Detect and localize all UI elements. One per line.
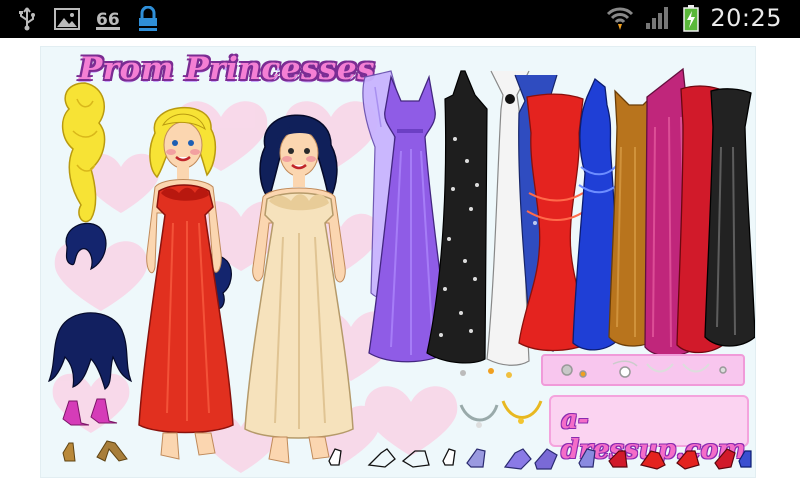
- signal-icon: [644, 5, 672, 31]
- earrings-panel: [541, 354, 745, 386]
- pink-heels-option[interactable]: [59, 395, 119, 431]
- sixtysix-icon: 66: [94, 7, 122, 31]
- clock: 20:25: [710, 4, 782, 32]
- wifi-icon: [606, 4, 634, 32]
- image-icon: [54, 8, 80, 30]
- usb-icon: [14, 6, 40, 32]
- necklace-options[interactable]: [457, 365, 549, 437]
- earring-options[interactable]: [543, 356, 743, 384]
- blonde-model[interactable]: [133, 103, 243, 473]
- lock-icon: [136, 6, 160, 32]
- blonde-hairstyle-option[interactable]: [55, 79, 115, 229]
- black-satin-gown-option[interactable]: [701, 87, 756, 347]
- brunette-model[interactable]: [237, 107, 359, 477]
- game-stage: Prom Princesses a-dressup.com: [40, 46, 756, 478]
- dark-long-hairstyle-option[interactable]: [47, 309, 135, 393]
- game-title: Prom Princesses: [79, 51, 376, 87]
- status-bar: 66 20:25: [0, 0, 800, 38]
- battery-charging-icon: [682, 4, 700, 32]
- shoe-options-row[interactable]: [325, 439, 755, 475]
- dark-bun-hairstyle-option[interactable]: [59, 217, 111, 277]
- brown-sandals-option[interactable]: [59, 437, 131, 467]
